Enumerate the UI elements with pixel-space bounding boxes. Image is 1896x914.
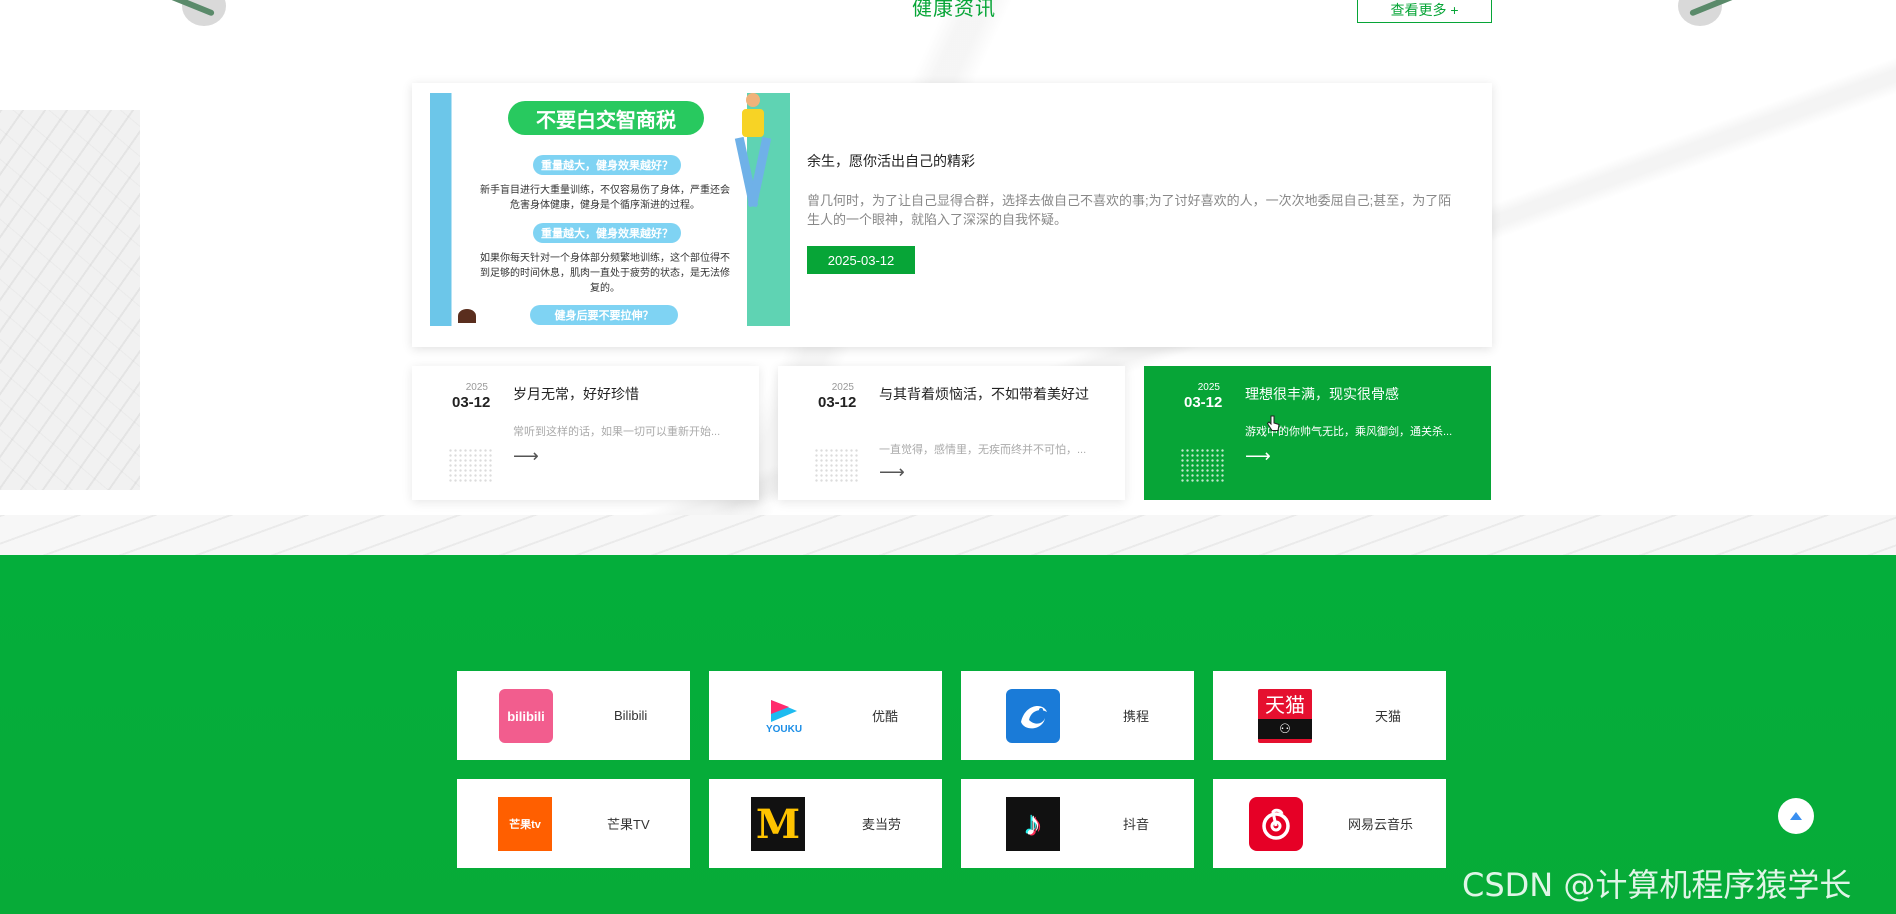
poster-question-pill: 重量越大，健身效果越好？	[533, 155, 681, 175]
featured-article-image[interactable]: 不要白交智商税 重量越大，健身效果越好？ 新手盲目进行大重量训练，不仅容易伤了身…	[430, 93, 790, 326]
news-year: 2025	[1197, 382, 1220, 393]
featured-article-date: 2025-03-12	[807, 246, 915, 274]
news-excerpt: 一直觉得，感情里，无疾而终并不可怕，...	[879, 444, 1087, 456]
link-tile-douyin[interactable]: ♪ 抖音	[961, 779, 1194, 868]
arrow-right-icon[interactable]: ⟶	[879, 462, 905, 483]
news-excerpt: 常听到这样的话，如果一切可以重新开始...	[513, 426, 721, 438]
news-date: 03-12	[818, 394, 857, 411]
featured-article-card[interactable]: 不要白交智商税 重量越大，健身效果越好？ 新手盲目进行大重量训练，不仅容易伤了身…	[412, 83, 1492, 347]
youku-icon: YOUKU	[757, 689, 811, 743]
arrow-right-icon[interactable]: ⟶	[1245, 446, 1271, 467]
douyin-icon: ♪	[1006, 797, 1060, 851]
link-tile-youku[interactable]: YOUKU 优酷	[709, 671, 942, 760]
link-label: Bilibili	[614, 708, 648, 723]
poster-text: 如果你每天针对一个身体部分频繁地训练，这个部位得不到足够的时间休息，肌肉一直处于…	[480, 253, 730, 294]
mangotv-icon: 芒果tv	[498, 797, 552, 851]
news-year: 2025	[831, 382, 854, 393]
tmall-icon: 天猫 ⚇	[1258, 689, 1312, 743]
link-tile-netease-music[interactable]: 网易云音乐	[1213, 779, 1446, 868]
link-tile-tmall[interactable]: 天猫 ⚇ 天猫	[1213, 671, 1446, 760]
link-label: 天猫	[1375, 709, 1402, 724]
watermark-text: CSDN @计算机程序猿学长	[1462, 866, 1852, 904]
news-card-active[interactable]: 2025 03-12 理想很丰满，现实很骨感 游戏中的你帅气无比，乘风御剑，通关…	[1144, 366, 1491, 500]
avatar-icon	[458, 309, 476, 323]
poster-question-pill: 重量越大，健身效果越好？	[533, 223, 681, 243]
link-label: 芒果TV	[607, 817, 650, 832]
dot-pattern-icon	[814, 448, 860, 484]
link-tile-mangotv[interactable]: 芒果tv 芒果TV	[457, 779, 690, 868]
section-title: 健康资讯	[912, 0, 996, 20]
news-date: 03-12	[1184, 394, 1223, 411]
link-tile-ctrip[interactable]: 携程	[961, 671, 1194, 760]
link-label: 携程	[1123, 709, 1150, 724]
link-tile-mcdonalds[interactable]: M 麦当劳	[709, 779, 942, 868]
ctrip-icon	[1006, 689, 1060, 743]
bilibili-icon: bilibili	[499, 689, 553, 743]
link-label: 网易云音乐	[1348, 817, 1414, 832]
leaf-decoration-right-icon	[1678, 0, 1722, 26]
dot-pattern-icon	[1180, 448, 1226, 484]
marble-decoration-bottom	[0, 515, 1896, 555]
featured-article-title[interactable]: 余生，愿你活出自己的精彩	[807, 151, 975, 171]
marble-decoration-left	[0, 110, 140, 490]
link-tile-bilibili[interactable]: bilibili Bilibili	[457, 671, 690, 760]
exercising-person-illustration-icon	[728, 93, 780, 223]
link-label: 抖音	[1123, 817, 1150, 832]
mcdonalds-icon: M	[751, 797, 805, 851]
dot-pattern-icon	[448, 448, 494, 484]
chevron-up-icon	[1790, 812, 1802, 820]
poster-text: 新手盲目进行大重量训练，不仅容易伤了身体，严重还会危害身体健康，健身是个循序渐进…	[480, 185, 730, 211]
netease-music-icon	[1249, 797, 1303, 851]
hand-cursor-icon	[1266, 415, 1280, 431]
news-title[interactable]: 理想很丰满，现实很骨感	[1245, 384, 1460, 405]
news-title[interactable]: 与其背着烦恼活，不如带着美好过	[879, 384, 1094, 405]
arrow-right-icon[interactable]: ⟶	[513, 446, 539, 467]
view-more-button[interactable]: 查看更多 +	[1357, 0, 1492, 23]
news-date: 03-12	[452, 394, 491, 411]
news-year: 2025	[465, 382, 488, 393]
leaf-decoration-left-icon	[182, 0, 226, 26]
back-to-top-button[interactable]	[1778, 798, 1814, 834]
news-card[interactable]: 2025 03-12 岁月无常，好好珍惜 常听到这样的话，如果一切可以重新开始.…	[412, 366, 759, 500]
featured-article-description: 曾几何时，为了让自己显得合群，选择去做自己不喜欢的事;为了讨好喜欢的人，一次次地…	[807, 193, 1452, 227]
poster-title: 不要白交智商税	[508, 101, 704, 135]
link-label: 麦当劳	[862, 817, 902, 832]
poster-question-pill: 健身后要不要拉伸？	[530, 305, 678, 325]
news-title[interactable]: 岁月无常，好好珍惜	[513, 384, 728, 405]
news-card[interactable]: 2025 03-12 与其背着烦恼活，不如带着美好过 一直觉得，感情里，无疾而终…	[778, 366, 1125, 500]
content-section: 健康资讯 查看更多 + 不要白交智商税 重量越大，健身效果越好？ 新手盲目进行大…	[0, 0, 1896, 555]
link-label: 优酷	[872, 709, 899, 724]
